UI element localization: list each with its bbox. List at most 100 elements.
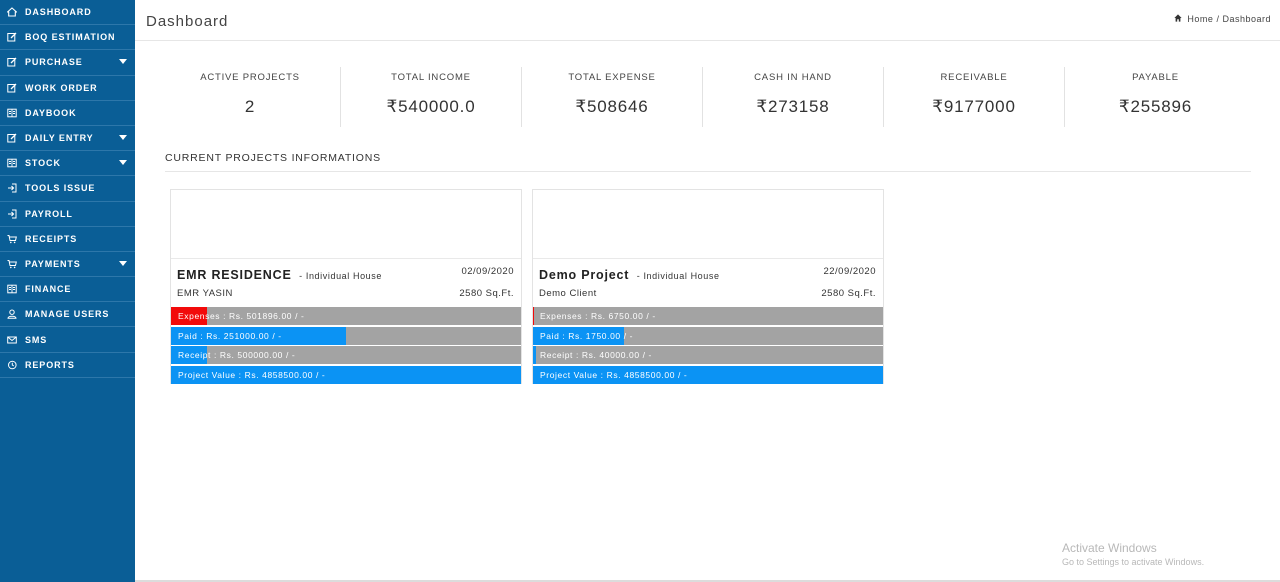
sidebar-item-label: RECEIPTS (25, 233, 78, 244)
stat-label: TOTAL INCOME (391, 72, 471, 83)
stat-label: TOTAL EXPENSE (568, 72, 656, 83)
stat-active-projects: ACTIVE PROJECTS 2 (160, 67, 341, 127)
section-title: CURRENT PROJECTS INFORMATIONS (165, 152, 381, 164)
progress-bar: Paid : Rs. 1750.00 / - (533, 326, 883, 345)
sidebar-item-purchase[interactable]: PURCHASE (0, 50, 135, 76)
stat-label: PAYABLE (1132, 72, 1179, 83)
book-icon (6, 283, 18, 295)
stats-row: ACTIVE PROJECTS 2 TOTAL INCOME ₹540000.0… (160, 67, 1250, 127)
sidebar-item-daybook[interactable]: DAYBOOK (0, 101, 135, 126)
caret-down-icon (119, 260, 127, 266)
project-type: - Individual House (636, 271, 720, 281)
home-icon (1174, 14, 1183, 24)
stat-value: 2 (244, 97, 256, 116)
progress-bar: Expenses : Rs. 501896.00 / - (171, 307, 521, 325)
sidebar-item-finance[interactable]: FINANCE (0, 277, 135, 303)
progress-bar-fill (533, 307, 535, 325)
sidebar-item-label: STOCK (25, 158, 61, 169)
sidebar-item-label: WORK ORDER (25, 82, 98, 93)
caret-down-icon (119, 160, 127, 166)
user-icon (6, 308, 18, 320)
progress-bar: Receipt : Rs. 40000.00 / - (533, 346, 883, 365)
edit-icon (6, 56, 18, 68)
stat-payable: PAYABLE ₹255896 (1065, 67, 1246, 127)
edit-icon (6, 31, 18, 43)
caret-down-icon (119, 134, 127, 140)
progress-bar-label: Expenses : Rs. 501896.00 / - (178, 311, 305, 321)
main-content: Dashboard Home / Dashboard ACTIVE PROJEC… (135, 0, 1280, 582)
divider (165, 171, 1251, 172)
edit-icon (6, 82, 18, 94)
progress-bar: Project Value : Rs. 4858500.00 / - (533, 366, 883, 385)
stat-label: CASH IN HAND (754, 72, 832, 83)
progress-bar-label: Paid : Rs. 251000.00 / - (178, 330, 282, 341)
progress-bar-label: Expenses : Rs. 6750.00 / - (540, 311, 656, 321)
stat-total-income: TOTAL INCOME ₹540000.0 (341, 67, 522, 127)
stat-value: ₹273158 (756, 97, 830, 116)
home-icon (6, 6, 18, 18)
progress-bar: Paid : Rs. 251000.00 / - (171, 326, 521, 345)
sidebar-item-payroll[interactable]: PAYROLL (0, 202, 135, 227)
project-progress-bars: Expenses : Rs. 6750.00 / - Paid : Rs. 175… (533, 307, 883, 385)
breadcrumb-home-link[interactable]: Home (1187, 14, 1213, 24)
progress-bar-label: Paid : Rs. 1750.00 / - (540, 330, 634, 341)
project-image (533, 190, 883, 259)
breadcrumb-current: Dashboard (1222, 14, 1271, 24)
top-bar: Dashboard Home / Dashboard (135, 0, 1280, 41)
stat-total-expense: TOTAL EXPENSE ₹508646 (522, 67, 703, 127)
stat-value: ₹9177000 (932, 97, 1016, 116)
sidebar-item-dashboard[interactable]: DASHBOARD (0, 0, 135, 26)
stat-value: ₹255896 (1118, 97, 1193, 116)
project-client: EMR YASIN (177, 288, 233, 299)
stat-label: ACTIVE PROJECTS (200, 72, 300, 83)
sidebar-item-label: DAILY ENTRY (25, 133, 94, 144)
sidebar-item-work-order[interactable]: WORK ORDER (0, 76, 135, 101)
sidebar-item-label: PAYMENTS (25, 258, 81, 269)
sidebar-item-label: BOQ ESTIMATION (25, 32, 116, 43)
sign-in-icon (6, 208, 18, 220)
sidebar-item-label: TOOLS ISSUE (25, 183, 96, 194)
breadcrumb: Home / Dashboard (1174, 14, 1271, 24)
sidebar-item-receipts[interactable]: RECEIPTS (0, 227, 135, 252)
sidebar-item-tools-issue[interactable]: TOOLS ISSUE (0, 176, 135, 202)
stat-cash-in-hand: CASH IN HAND ₹273158 (703, 67, 884, 127)
caret-down-icon (119, 59, 127, 65)
project-image (171, 190, 521, 259)
watermark-subtitle: Go to Settings to activate Windows. (1062, 557, 1205, 567)
page-title: Dashboard (146, 13, 229, 30)
project-header: EMR RESIDENCE - Individual House 02/09/2… (171, 259, 521, 307)
stat-receivable: RECEIVABLE ₹9177000 (884, 67, 1065, 127)
progress-bar: Expenses : Rs. 6750.00 / - (533, 307, 883, 325)
progress-bar-label: Project Value : Rs. 4858500.00 / - (540, 370, 688, 381)
project-card[interactable]: EMR RESIDENCE - Individual House 02/09/2… (170, 189, 522, 385)
project-progress-bars: Expenses : Rs. 501896.00 / - Paid : Rs. 2… (171, 307, 521, 385)
sidebar-item-stock[interactable]: STOCK (0, 151, 135, 177)
sidebar-item-manage-users[interactable]: MANAGE USERS (0, 302, 135, 328)
history-icon (6, 359, 18, 371)
progress-bar-fill (533, 346, 536, 365)
project-name[interactable]: EMR RESIDENCE (177, 268, 292, 282)
book-icon (6, 157, 18, 169)
project-card[interactable]: Demo Project - Individual House 22/09/20… (532, 189, 884, 385)
breadcrumb-separator: / (1216, 14, 1220, 24)
sign-in-icon (6, 182, 18, 194)
progress-bar: Receipt : Rs. 500000.00 / - (171, 346, 521, 365)
progress-bar-label: Project Value : Rs. 4858500.00 / - (178, 370, 326, 381)
sidebar-item-boq-estimation[interactable]: BOQ ESTIMATION (0, 25, 135, 51)
sidebar-item-label: FINANCE (25, 284, 72, 295)
sidebar-item-label: MANAGE USERS (25, 309, 110, 320)
sidebar-item-daily-entry[interactable]: DAILY ENTRY (0, 126, 135, 152)
project-name[interactable]: Demo Project (539, 268, 629, 282)
watermark-title: Activate Windows (1062, 541, 1157, 555)
sidebar-item-payments[interactable]: PAYMENTS (0, 252, 135, 278)
sidebar-item-reports[interactable]: REPORTS (0, 353, 135, 378)
stat-value: ₹540000.0 (386, 97, 476, 116)
sidebar-item-label: DAYBOOK (25, 107, 77, 118)
cart-icon (6, 233, 18, 245)
project-header: Demo Project - Individual House 22/09/20… (533, 259, 883, 307)
sidebar-item-label: PURCHASE (25, 57, 83, 68)
sidebar-item-label: REPORTS (25, 359, 75, 370)
sidebar-item-sms[interactable]: SMS (0, 327, 135, 353)
project-area: 2580 Sq.Ft. (821, 288, 876, 299)
stat-label: RECEIVABLE (940, 72, 1008, 83)
